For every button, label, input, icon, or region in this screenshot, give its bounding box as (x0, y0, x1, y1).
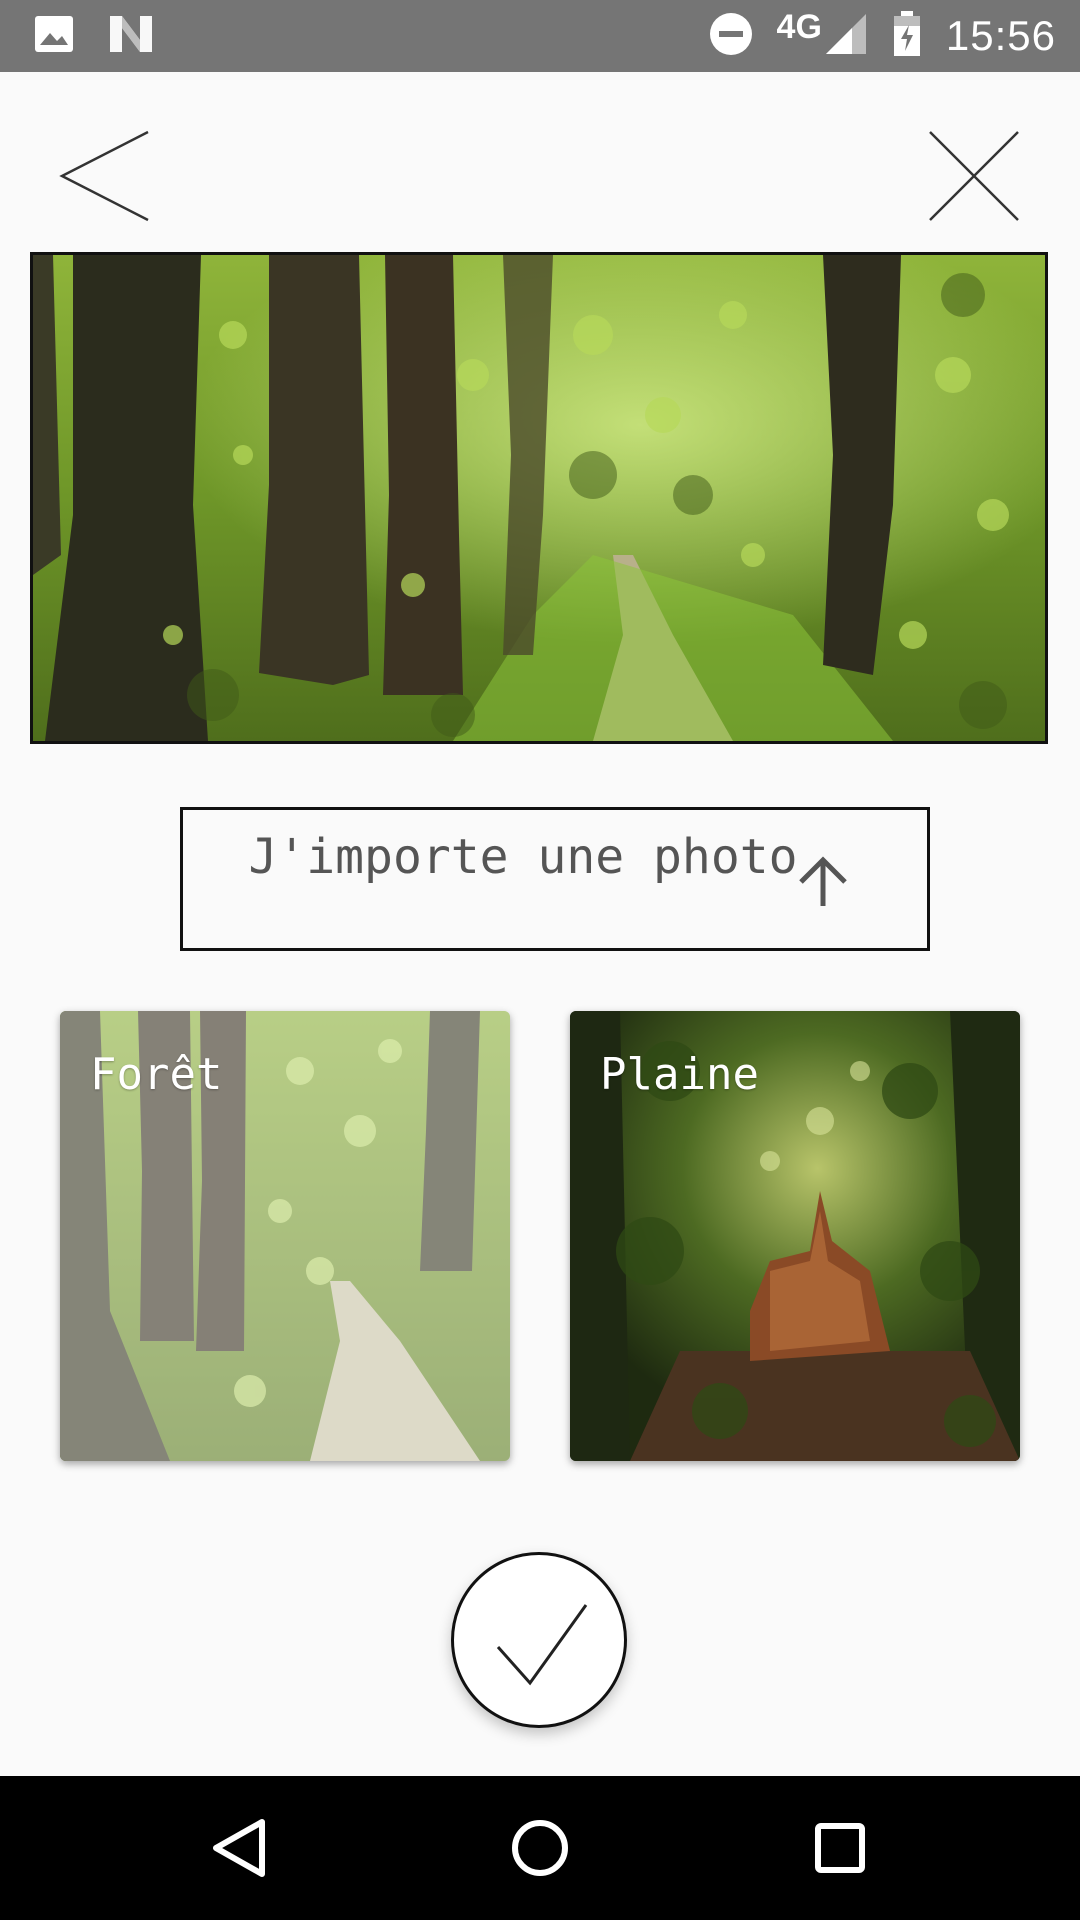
nav-recents-button[interactable] (804, 1812, 876, 1884)
close-button[interactable] (924, 128, 1024, 224)
chevron-left-icon (59, 130, 149, 222)
status-time: 15:56 (945, 12, 1056, 59)
import-photo-button[interactable]: J'importe une photo (180, 807, 930, 951)
network-type: 4G (776, 7, 822, 46)
selected-background-preview (30, 252, 1048, 744)
check-icon (496, 1604, 588, 1686)
battery-charging-icon (892, 10, 922, 62)
image-notification-icon (34, 15, 74, 58)
back-button[interactable] (56, 128, 156, 224)
arrow-up-icon (799, 856, 847, 906)
n-notification-icon (108, 14, 154, 59)
nav-recents-icon (815, 1823, 865, 1873)
card-label-foret: Forêt (90, 1049, 223, 1100)
nav-home-button[interactable] (504, 1812, 576, 1884)
confirm-button[interactable] (451, 1552, 627, 1728)
system-navigation-bar (0, 1776, 1080, 1920)
status-notifications (34, 14, 154, 59)
do-not-disturb-icon (709, 12, 753, 61)
import-photo-label: J'importe une photo (248, 829, 798, 885)
status-system: 4G 15:56 (709, 0, 1056, 72)
background-card-plaine[interactable]: Plaine (570, 1011, 1020, 1461)
nav-back-icon (213, 1819, 265, 1877)
close-icon (929, 131, 1019, 221)
nav-back-button[interactable] (204, 1812, 276, 1884)
nav-home-icon (512, 1820, 568, 1876)
card-label-plaine: Plaine (600, 1049, 759, 1100)
status-bar: 4G 15:56 (0, 0, 1080, 72)
signal-icon (822, 12, 868, 61)
background-card-foret[interactable]: Forêt (60, 1011, 510, 1461)
